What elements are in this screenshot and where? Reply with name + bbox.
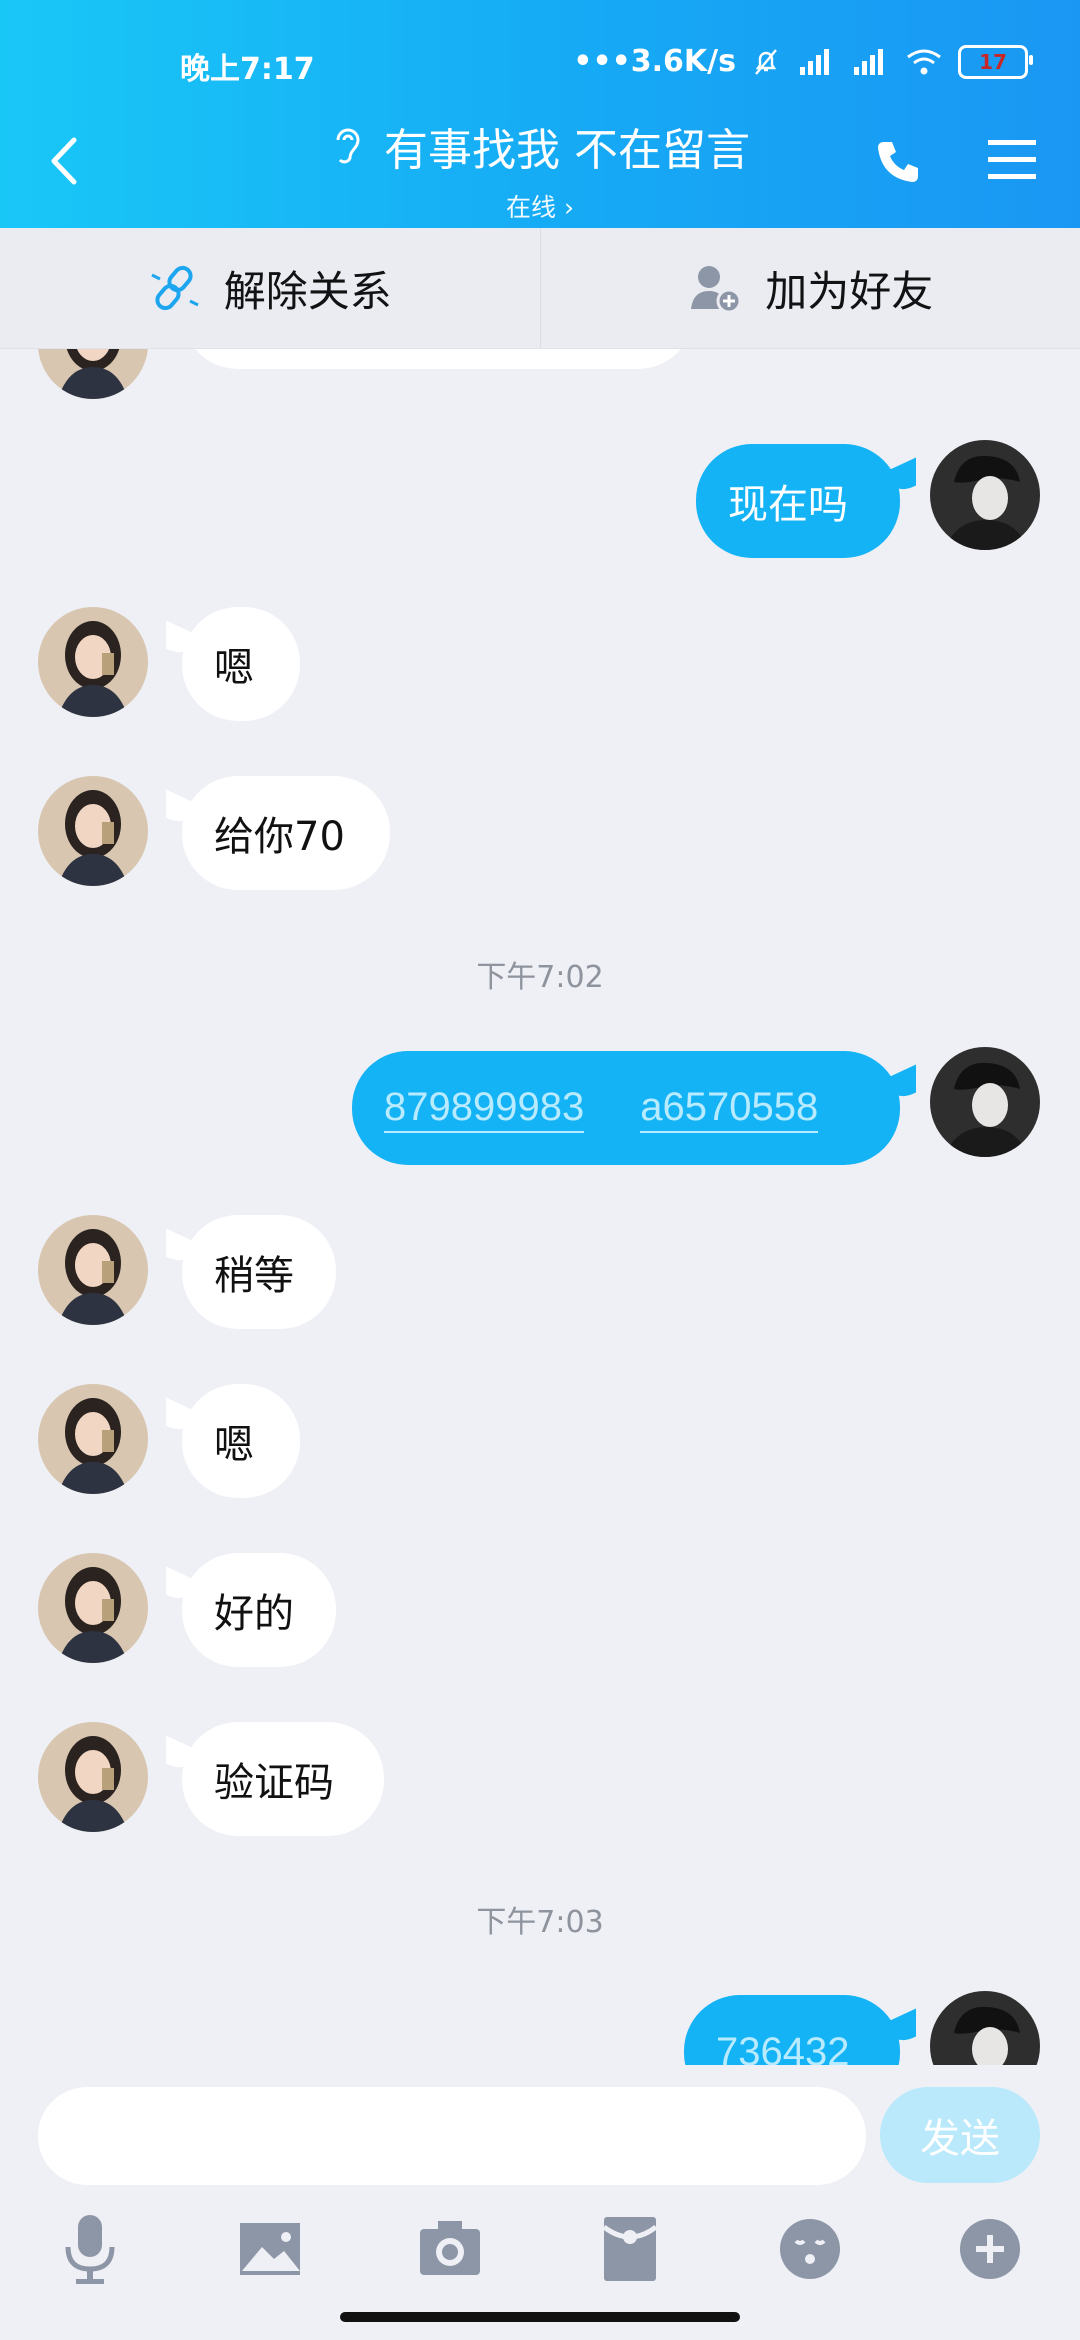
wifi-icon bbox=[907, 49, 941, 74]
add-friend-icon bbox=[691, 266, 742, 314]
message-link[interactable]: a6570558 bbox=[640, 1083, 819, 1133]
message-row: 给你70 bbox=[0, 776, 1080, 896]
signal-icon bbox=[800, 48, 829, 75]
unlink-icon bbox=[151, 265, 199, 311]
message-bubble[interactable]: 879899983 a6570558 bbox=[352, 1051, 900, 1165]
battery-icon: 17 bbox=[958, 44, 1033, 79]
message-bubble[interactable]: 验证码 bbox=[182, 1722, 384, 1836]
contact-avatar[interactable] bbox=[38, 776, 148, 886]
message-input[interactable] bbox=[38, 2087, 866, 2185]
nav-bar: 有事找我 不在留言 在线 › bbox=[0, 108, 1080, 222]
chat-title: 有事找我 不在留言 bbox=[384, 125, 750, 176]
message-list[interactable]: 现在吗 嗯 给你70 下午7:02 879899983 a6570558 稍等 bbox=[0, 349, 1080, 2065]
message-row: 现在吗 bbox=[0, 440, 1080, 560]
red-packet-icon[interactable] bbox=[588, 2207, 672, 2291]
my-avatar[interactable] bbox=[930, 1047, 1040, 1157]
battery-level: 17 bbox=[979, 49, 1007, 74]
my-avatar[interactable] bbox=[930, 1991, 1040, 2065]
microphone-icon[interactable] bbox=[48, 2207, 132, 2291]
timestamp: 下午7:02 bbox=[476, 960, 604, 995]
unlink-label: 解除关系 bbox=[223, 266, 392, 316]
plus-icon[interactable] bbox=[948, 2207, 1032, 2291]
emoji-icon[interactable] bbox=[768, 2207, 852, 2291]
message-row: 稍等 bbox=[0, 1215, 1080, 1335]
message-bubble[interactable]: 好的 bbox=[182, 1553, 336, 1667]
relationship-toolbar: 解除关系 加为好友 bbox=[0, 228, 1080, 349]
online-status[interactable]: 在线 › bbox=[0, 188, 1080, 224]
message-text: 嗯 bbox=[214, 1422, 254, 1468]
unlink-button[interactable]: 解除关系 bbox=[0, 228, 540, 348]
status-indicators: •••3.6K/s 17 bbox=[573, 44, 1033, 79]
message-text: 736432 bbox=[716, 2029, 850, 2066]
ear-icon bbox=[336, 128, 360, 164]
message-row: 879899983 a6570558 bbox=[0, 1047, 1080, 1167]
status-time: 晚上7:17 bbox=[180, 52, 315, 87]
message-bubble[interactable]: 嗯 bbox=[182, 607, 300, 721]
message-bubble[interactable]: 嗯 bbox=[182, 1384, 300, 1498]
message-row: 嗯 bbox=[0, 607, 1080, 727]
add-friend-button[interactable]: 加为好友 bbox=[539, 228, 1080, 348]
add-friend-label: 加为好友 bbox=[765, 266, 934, 316]
camera-icon[interactable] bbox=[408, 2207, 492, 2291]
timestamp: 下午7:03 bbox=[476, 1905, 604, 1940]
home-indicator[interactable] bbox=[340, 2312, 740, 2322]
message-row-partial bbox=[0, 349, 1080, 399]
message-row: 好的 bbox=[0, 1553, 1080, 1673]
message-text: 现在吗 bbox=[728, 482, 848, 528]
input-toolbar bbox=[0, 2207, 1080, 2307]
message-bubble[interactable] bbox=[182, 349, 694, 369]
message-bubble[interactable]: 稍等 bbox=[182, 1215, 336, 1329]
message-bubble[interactable]: 现在吗 bbox=[696, 444, 900, 558]
message-row: 嗯 bbox=[0, 1384, 1080, 1504]
contact-avatar[interactable] bbox=[38, 1722, 148, 1832]
message-text: 好的 bbox=[214, 1591, 294, 1637]
contact-avatar[interactable] bbox=[38, 349, 148, 399]
contact-avatar[interactable] bbox=[38, 1553, 148, 1663]
message-bubble[interactable]: 给你70 bbox=[182, 776, 390, 890]
contact-avatar[interactable] bbox=[38, 607, 148, 717]
contact-avatar[interactable] bbox=[38, 1215, 148, 1325]
message-bubble[interactable]: 736432 bbox=[684, 1995, 900, 2065]
my-avatar[interactable] bbox=[930, 440, 1040, 550]
contact-avatar[interactable] bbox=[38, 1384, 148, 1494]
message-link[interactable]: 879899983 bbox=[384, 1083, 585, 1133]
network-speed: •••3.6K/s bbox=[573, 44, 736, 79]
status-bar: 晚上7:17 •••3.6K/s 17 bbox=[0, 44, 1080, 87]
message-row: 验证码 bbox=[0, 1722, 1080, 1842]
top-header: 晚上7:17 •••3.6K/s 17 有事找我 不在留言 在线 › bbox=[0, 0, 1080, 228]
signal-icon-2 bbox=[854, 48, 883, 75]
message-row: 736432 bbox=[0, 1991, 1080, 2065]
message-text: 给你70 bbox=[214, 814, 345, 860]
send-button[interactable]: 发送 bbox=[880, 2087, 1040, 2183]
message-text: 稍等 bbox=[214, 1253, 294, 1299]
input-area: 发送 bbox=[0, 2065, 1080, 2340]
phone-icon[interactable] bbox=[872, 136, 924, 188]
message-text: 嗯 bbox=[214, 645, 254, 691]
mute-bell-icon bbox=[755, 48, 777, 75]
image-icon[interactable] bbox=[228, 2207, 312, 2291]
message-text: 验证码 bbox=[214, 1760, 334, 1806]
menu-icon[interactable] bbox=[984, 134, 1040, 186]
